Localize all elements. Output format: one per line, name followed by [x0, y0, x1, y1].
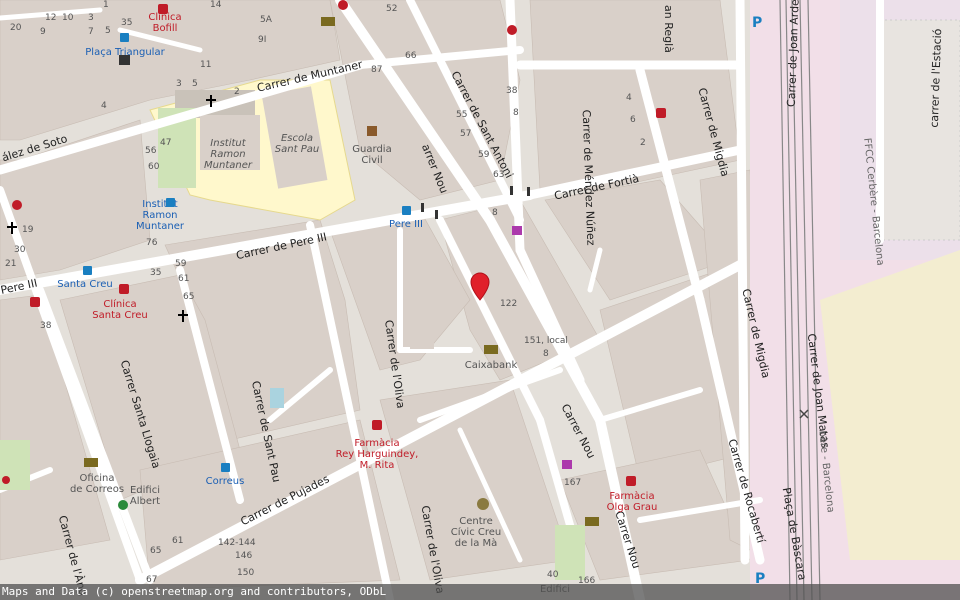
- poi-label-escola-sant-pau: Escola Sant Pau: [275, 133, 319, 155]
- housenumber-label: 47: [160, 138, 171, 148]
- housenumber-label: 20: [10, 23, 22, 33]
- housenumber-label: 57: [460, 129, 471, 139]
- housenumber-label: 4: [626, 93, 632, 103]
- housenumber-label: 65: [183, 292, 194, 302]
- housenumber-label: 56: [145, 146, 157, 156]
- poi-label-edifici-albert: Edifici Albert: [130, 485, 160, 507]
- poi-label-institut-ramon-muntaner-school: Institut Ramon Muntaner: [204, 138, 253, 171]
- poi-label-pere-iii-bus: Pere III: [389, 219, 423, 230]
- housenumber-label: 1: [103, 0, 109, 10]
- housenumber-label: 30: [14, 245, 26, 255]
- housenumber-label: 3: [176, 79, 182, 89]
- street-label-regla: an Reglà: [662, 5, 675, 53]
- poi-label-caixabank: Caixabank: [465, 360, 518, 371]
- park-bottom: [555, 525, 585, 580]
- housenumber-label: 61: [172, 536, 183, 546]
- cinema-icon: [119, 55, 130, 65]
- housenumber-label: 2: [640, 138, 646, 148]
- housenumber-label: 8: [492, 208, 498, 218]
- housenumber-label: 8: [513, 108, 519, 118]
- housenumber-label: 142-144: [218, 538, 256, 548]
- housenumber-label: 60: [148, 162, 160, 172]
- housenumber-label: 12: [45, 13, 56, 23]
- housenumber-label: 59: [175, 259, 187, 269]
- housenumber-label: 87: [371, 65, 382, 75]
- bank-icon: [484, 345, 498, 354]
- housenumber-label: 6: [630, 115, 636, 125]
- poi-label-clinica-bofill: Clínica Bofill: [148, 11, 181, 34]
- map-view[interactable]: Carrer de Muntaner ález de Soto Carrer d…: [0, 0, 960, 600]
- housenumber-label: 14: [210, 0, 222, 10]
- housenumber-label: 5A: [260, 15, 273, 25]
- housenumber-label: 5: [192, 79, 198, 89]
- housenumber-label: 38: [40, 321, 52, 331]
- housenumber-label: 63: [493, 170, 504, 180]
- housenumber-label: 4: [101, 101, 107, 111]
- housenumber-label: 5: [105, 26, 111, 36]
- community-centre-icon: [477, 498, 489, 510]
- housenumber-label: 167: [564, 478, 581, 488]
- housenumber-label: 35: [121, 18, 132, 28]
- poi-label-santa-creu-bus: Santa Creu: [57, 279, 112, 290]
- housenumber-label: 40: [547, 570, 559, 580]
- housenumber-label: 76: [146, 238, 158, 248]
- housenumber-label: 55: [456, 110, 467, 120]
- housenumber-label: 122: [500, 299, 517, 309]
- poi-label-correus: Correus: [206, 476, 245, 487]
- police-icon: [367, 126, 377, 136]
- housenumber-label: 9I: [258, 35, 266, 45]
- post-icon: [84, 458, 98, 467]
- housenumber-label: 21: [5, 259, 16, 269]
- housenumber-label: 52: [386, 4, 397, 14]
- housenumber-label: 35: [150, 268, 161, 278]
- housenumber-label: 66: [405, 51, 417, 61]
- water-feature: [270, 388, 284, 408]
- housenumber-label: 9: [40, 27, 46, 37]
- housenumber-label: 8: [543, 349, 549, 359]
- housenumber-label: 59: [478, 150, 490, 160]
- housenumber-label: 19: [22, 225, 34, 235]
- housenumber-label: 61: [178, 274, 189, 284]
- housenumber-label: 3: [88, 13, 94, 23]
- housenumber-label: 38: [506, 86, 518, 96]
- poi-label-farmacia-olga: Farmàcia Olga Grau: [607, 490, 658, 513]
- housenumber-label: 151, local: [524, 336, 568, 346]
- housenumber-label: 150: [237, 568, 254, 578]
- housenumber-label: 10: [62, 13, 74, 23]
- map-attribution: Maps and Data (c) openstreetmap.org and …: [0, 584, 960, 600]
- housenumber-label: 7: [88, 27, 94, 37]
- station-area: [879, 19, 960, 241]
- housenumber-label: 11: [200, 60, 211, 70]
- housenumber-label: 65: [150, 546, 161, 556]
- housenumber-label: 146: [235, 551, 252, 561]
- housenumber-label: 2: [234, 87, 240, 97]
- sculpture-icon: [118, 500, 128, 510]
- block-small: [410, 325, 434, 349]
- svg-text:P: P: [752, 15, 762, 31]
